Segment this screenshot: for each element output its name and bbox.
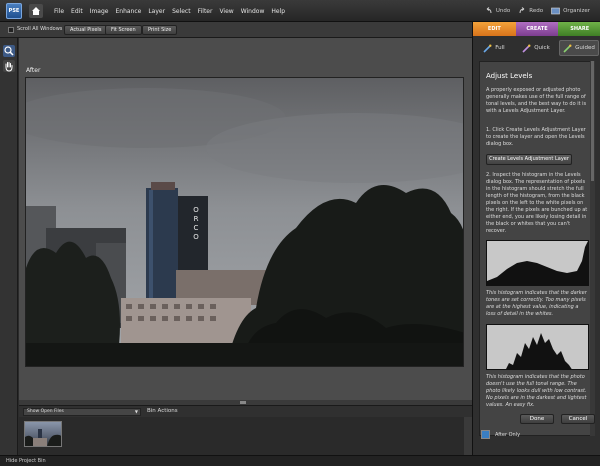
menu-select[interactable]: Select [172,8,191,15]
status-bar: Hide Project Bin [0,455,600,466]
top-right-controls: Undo Redo Organizer [477,0,590,22]
magnifier-icon [4,46,14,56]
fit-screen-button[interactable]: Fit Screen [105,25,142,35]
guided-step1: 1. Click Create Levels Adjustment Layer … [486,127,586,147]
hand-tool[interactable] [3,60,15,72]
actual-pixels-button[interactable]: Actual Pixels [64,25,108,35]
mode-tabs: EDIT CREATE SHARE [473,22,600,36]
menu-image[interactable]: Image [90,8,109,15]
histogram2-caption: This histogram indicates that the photo … [486,374,587,408]
full-edit-icon [483,44,492,53]
tab-guided[interactable]: Guided [559,40,599,56]
hand-icon [5,62,13,72]
menu-edit[interactable]: Edit [71,8,83,15]
done-button[interactable]: Done [520,414,554,424]
tab-quick-label: Quick [534,45,550,51]
home-icon [32,7,40,15]
create-levels-button[interactable]: Create Levels Adjustment Layer [486,154,572,165]
project-bin-header: Show Open Files ▼ Bin Actions [19,405,472,417]
undo-button[interactable]: Undo [485,7,510,15]
print-size-button[interactable]: Print Size [142,25,178,35]
guided-content: Adjust Levels A properly exposed or adju… [479,61,595,436]
options-bar: Scroll All Windows Actual Pixels Fit Scr… [0,22,472,38]
menu-view[interactable]: View [219,8,233,15]
organizer-icon [551,7,560,15]
tab-full-label: Full [495,45,505,51]
tab-create[interactable]: CREATE [515,22,559,36]
redo-button[interactable]: Redo [518,7,543,15]
tab-quick[interactable]: Quick [517,40,555,56]
menu-enhance[interactable]: Enhance [115,8,141,15]
menu-help[interactable]: Help [271,8,285,15]
toolbox [0,38,18,455]
edit-submode-tabs: Full Quick Guided [473,38,600,58]
right-panel: EDIT CREATE SHARE Full Quick Guided Adju… [472,22,600,455]
menu-layer[interactable]: Layer [148,8,165,15]
tab-full[interactable]: Full [475,40,513,56]
organizer-button[interactable]: Organizer [551,7,590,15]
hide-project-bin-toggle[interactable]: Hide Project Bin [6,458,46,464]
redo-icon [519,7,525,14]
photo-sign-o2: O [193,233,199,241]
bin-scrollbar[interactable] [464,417,472,455]
undo-label: Undo [495,8,511,14]
photo-sign-r: R [194,215,199,223]
guided-title: Adjust Levels [486,72,533,80]
scroll-grip[interactable] [240,401,246,404]
redo-label: Redo [529,8,544,14]
photo-thumbnail[interactable] [24,421,62,447]
tab-guided-label: Guided [575,45,595,51]
thumbnail-image [25,429,61,446]
histogram-low-contrast [486,324,589,370]
view-mode-label: After Only [495,431,521,438]
photo-canvas[interactable]: O R C O [25,77,464,367]
view-mode-icon [481,430,490,439]
menu-bar: PSE File Edit Image Enhance Layer Select… [0,0,600,22]
quick-fix-icon [522,44,531,53]
view-mode-selector[interactable]: After Only [481,430,520,439]
app-logo: PSE [6,3,22,19]
scroll-all-label: Scroll All Windows [17,26,63,32]
panel-scroll-thumb[interactable] [591,61,594,181]
view-label: After [26,67,41,74]
photo-sign-c: C [194,224,199,232]
bin-show-select[interactable]: Show Open Files ▼ [23,408,141,416]
guided-intro: A properly exposed or adjusted photo gen… [486,87,587,114]
menu-filter[interactable]: Filter [198,8,213,15]
histogram-graph [487,241,588,285]
guided-edit-icon [563,44,572,53]
zoom-tool[interactable] [3,45,15,57]
bin-actions-menu[interactable]: Bin Actions [147,408,178,414]
menu-file[interactable]: File [54,8,64,15]
histogram-whites-clipped [486,240,589,286]
chevron-down-icon: ▼ [134,409,138,414]
menu-window[interactable]: Window [241,8,265,15]
histogram-graph [506,333,572,369]
city-photo: O R C O [26,78,463,366]
cancel-button[interactable]: Cancel [561,414,595,424]
panel-scrollbar[interactable] [590,61,595,436]
tab-share[interactable]: SHARE [558,22,600,36]
canvas-area: After O R C O [19,38,472,400]
home-button[interactable] [29,4,43,18]
organizer-label: Organizer [563,8,590,14]
guided-step2: 2. Inspect the histogram in the Levels d… [486,172,588,234]
photo-sign-o1: O [193,206,199,214]
histogram1-caption: This histogram indicates that the darker… [486,290,587,317]
project-bin [19,417,472,455]
tab-edit[interactable]: EDIT [473,22,516,36]
main-menu: File Edit Image Enhance Layer Select Fil… [54,0,292,22]
bin-select-value: Show Open Files [27,409,64,414]
undo-icon [486,7,492,14]
scroll-all-checkbox[interactable] [8,27,14,33]
